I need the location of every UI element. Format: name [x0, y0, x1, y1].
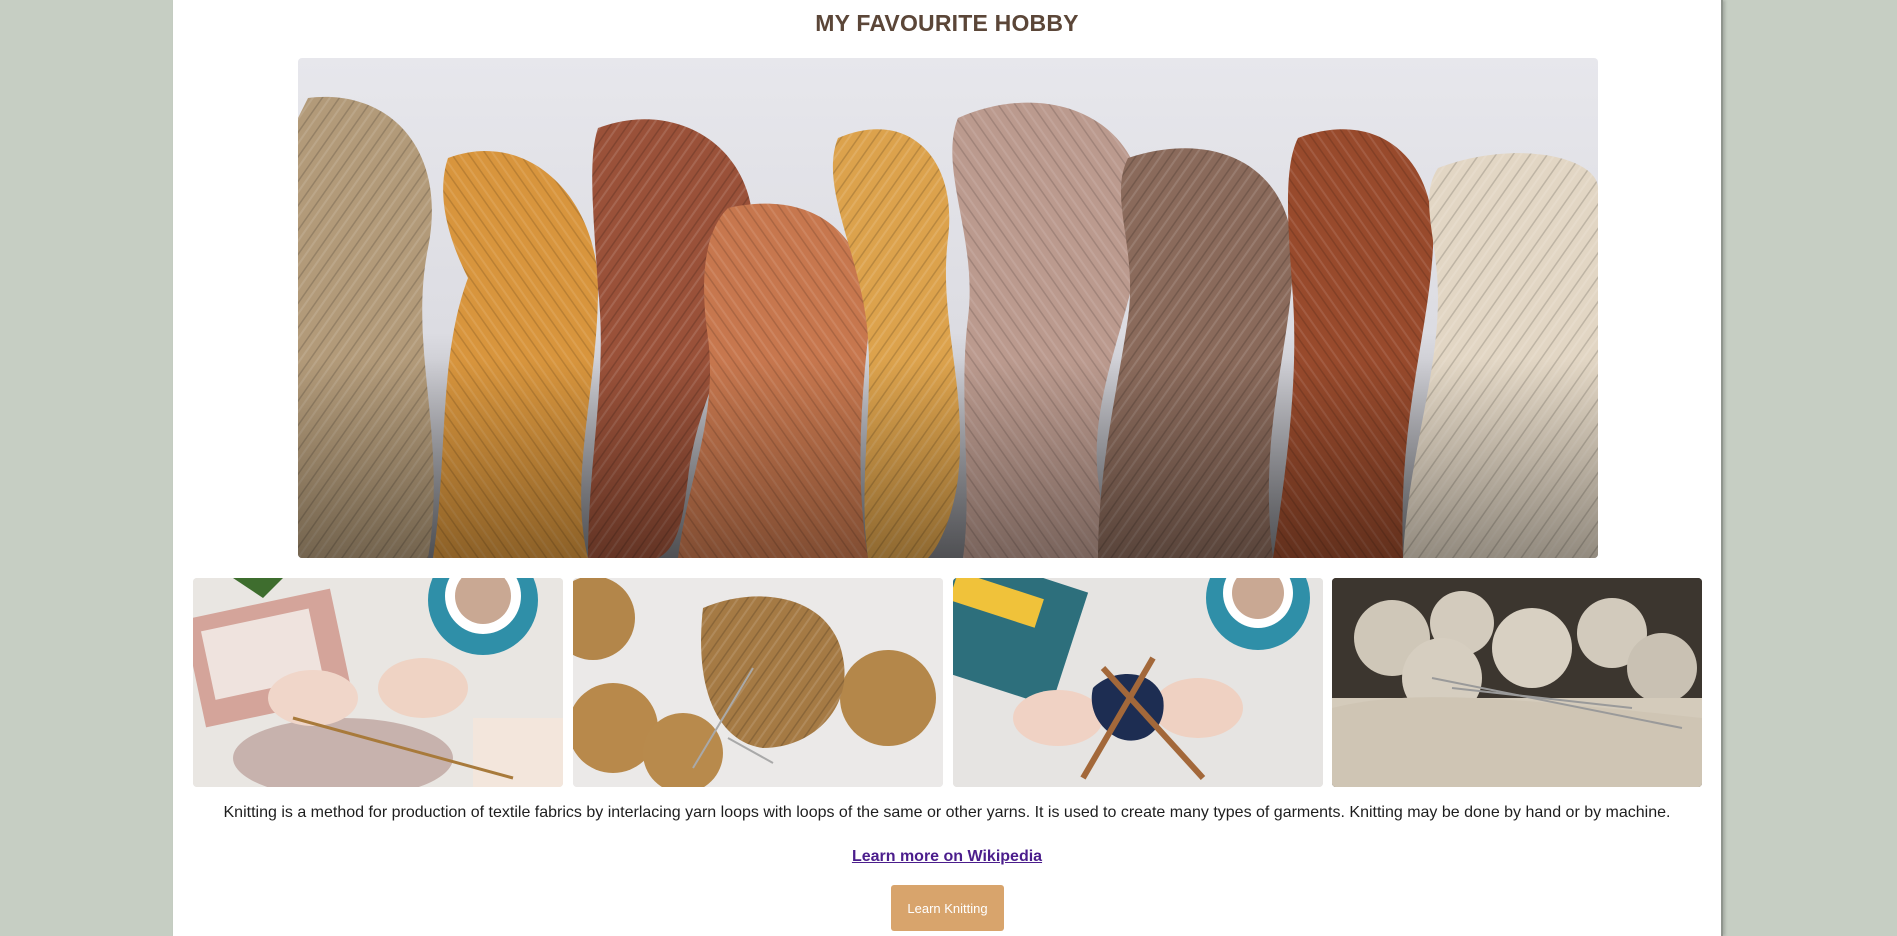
page-container: MY FAVOURITE HOBBY Knitting is a method … [173, 0, 1723, 936]
gallery-image-3 [953, 578, 1323, 787]
page-title: MY FAVOURITE HOBBY [815, 10, 1079, 36]
hero-yarn-image [298, 58, 1598, 558]
wikipedia-link[interactable]: Learn more on Wikipedia [852, 848, 1042, 865]
gallery-image-2 [573, 578, 943, 787]
learn-knitting-button[interactable]: Learn Knitting [891, 885, 1004, 931]
gallery-image-1 [193, 578, 563, 787]
hobby-description: Knitting is a method for production of t… [223, 804, 1671, 821]
gallery-image-4 [1332, 578, 1702, 787]
